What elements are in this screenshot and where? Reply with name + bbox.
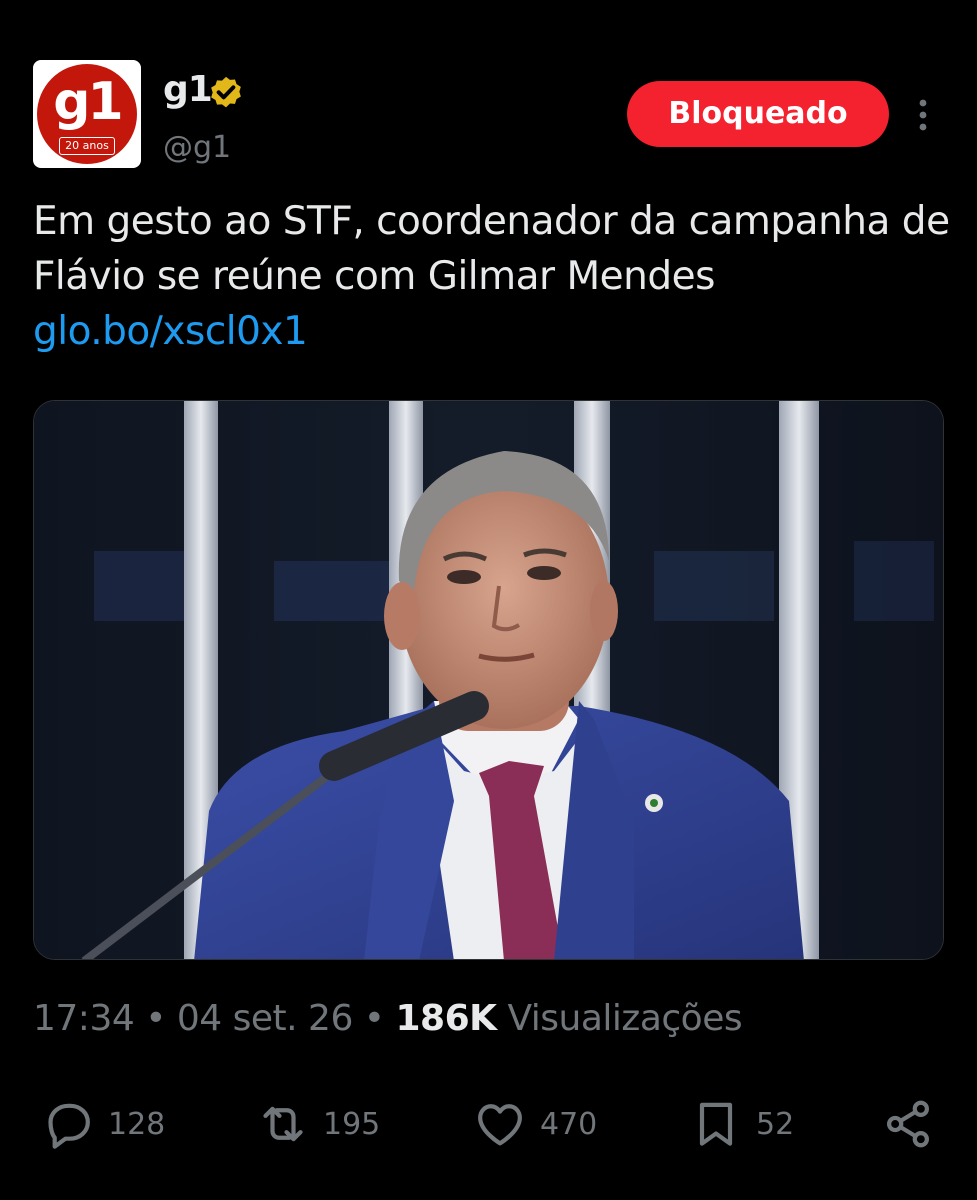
verified-badge-icon (211, 76, 241, 108)
blocked-button[interactable]: Bloqueado (627, 81, 889, 147)
repost-count: 195 (323, 1106, 381, 1142)
politician-at-microphone-photo (34, 401, 943, 959)
g1-logo: g1 20 anos (37, 64, 137, 164)
repost-button[interactable]: 195 (255, 1094, 380, 1154)
tweet-text: Em gesto ao STF, coordenador da campanha… (33, 194, 953, 359)
bookmark-button[interactable]: 52 (688, 1094, 794, 1154)
tweet-meta: 17:34 • 04 set. 26 • 186K Visualizações (33, 994, 743, 1044)
more-options-icon[interactable] (905, 95, 941, 135)
display-name[interactable]: g1 (163, 68, 213, 112)
views-count: 186K (395, 998, 497, 1039)
repost-icon (263, 1106, 303, 1142)
tweet-time[interactable]: 17:34 (33, 998, 135, 1039)
reply-count: 128 (108, 1106, 166, 1142)
share-icon (887, 1100, 929, 1148)
views-label: Visualizações (496, 998, 743, 1039)
reply-icon (48, 1103, 90, 1149)
meta-separator: • (134, 998, 177, 1039)
bookmark-count: 52 (756, 1106, 795, 1142)
tweet-link[interactable]: glo.bo/xscl0x1 (33, 309, 308, 354)
reply-button[interactable]: 128 (40, 1094, 165, 1154)
like-button[interactable]: 470 (472, 1094, 597, 1154)
share-button[interactable] (880, 1094, 936, 1154)
bookmark-icon (699, 1102, 733, 1146)
avatar[interactable]: g1 20 anos (33, 60, 141, 168)
avatar-logo-text: g1 (53, 72, 123, 132)
heart-icon (478, 1104, 522, 1146)
tweet-body: Em gesto ao STF, coordenador da campanha… (33, 199, 950, 299)
handle[interactable]: @g1 (163, 128, 231, 168)
avatar-logo-badge: 20 anos (59, 137, 115, 155)
tweet-media-photo[interactable] (33, 400, 944, 960)
meta-separator-2: • (352, 998, 396, 1039)
tweet-date[interactable]: 04 set. 26 (177, 998, 353, 1039)
like-count: 470 (540, 1106, 598, 1142)
